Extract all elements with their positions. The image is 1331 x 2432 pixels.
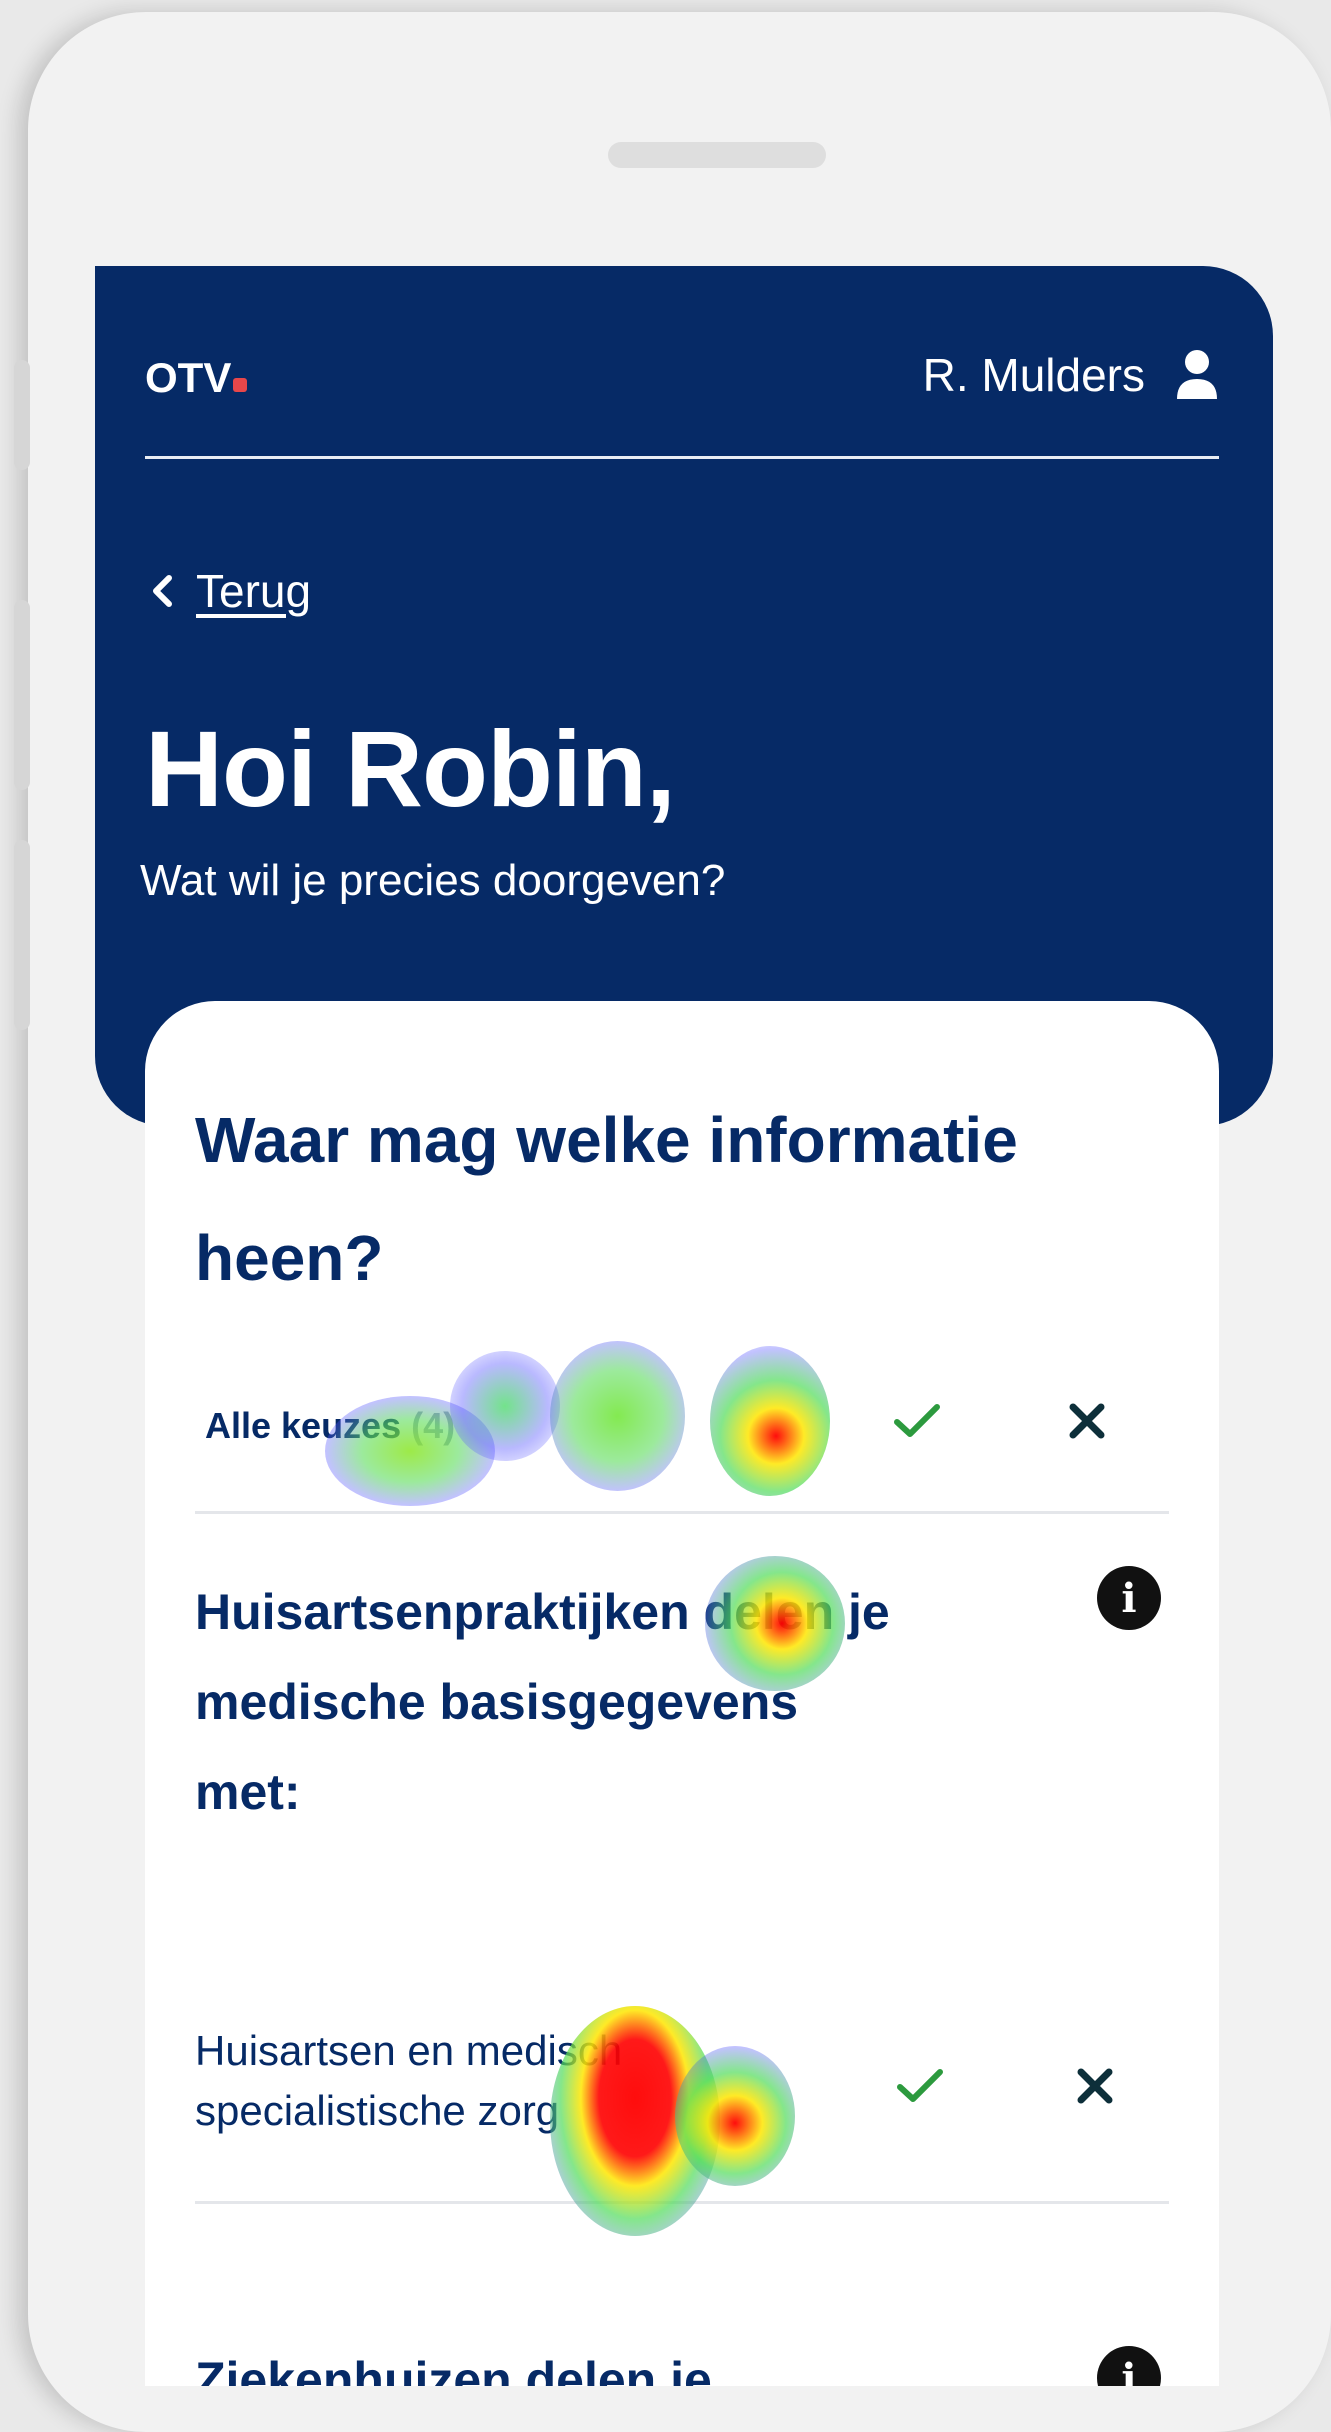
check-icon — [894, 1404, 940, 1437]
page-title: Hoi Robin, — [145, 708, 676, 829]
check-icon — [897, 2069, 943, 2102]
all-choices-count: (4) — [411, 1405, 456, 1446]
close-icon — [1077, 2068, 1113, 2104]
close-icon — [1069, 1403, 1105, 1439]
info-icon[interactable]: i — [1097, 1566, 1161, 1630]
page-subtitle: Wat wil je precies doorgeven? — [140, 856, 726, 905]
divider — [195, 1511, 1169, 1514]
card-title: Waar mag welke informatie heen? — [195, 1104, 1018, 1294]
allow-button[interactable] — [885, 2051, 955, 2121]
back-label: Terug — [196, 565, 312, 617]
deny-all-button[interactable] — [1055, 1389, 1119, 1453]
top-bar: OTV R. Mulders — [145, 266, 1219, 459]
content-card: Waar mag welke informatie heen? Alle keu… — [145, 1001, 1219, 2386]
phone-side-button — [14, 600, 30, 790]
phone-side-button — [14, 840, 30, 1030]
logo-text: OTV — [145, 354, 232, 401]
section-title: Huisartsenpraktijken delen je medische b… — [195, 1584, 890, 1820]
all-choices-label[interactable]: Alle keuzes (4) — [205, 1405, 455, 1447]
chevron-left-icon — [153, 575, 172, 607]
all-choices-text: Alle keuzes — [205, 1405, 402, 1446]
user-menu[interactable]: R. Mulders — [923, 348, 1219, 402]
deny-button[interactable] — [1060, 2051, 1130, 2121]
allow-all-button[interactable] — [885, 1389, 949, 1453]
neutral-toggle[interactable] — [715, 1389, 779, 1453]
item-label: Huisartsen en medisch specialistische zo… — [195, 2027, 623, 2134]
phone-side-button — [14, 360, 30, 470]
header: OTV R. Mulders Terug Hoi Robin, Wat wil … — [95, 266, 1273, 1126]
user-icon — [1177, 350, 1217, 399]
next-section-title: Ziekenhuizen delen je — [195, 2352, 712, 2386]
user-name: R. Mulders — [922, 349, 1145, 401]
all-choices-row: Alle keuzes (4) — [195, 1381, 1169, 1461]
app-screen: OTV R. Mulders Terug Hoi Robin, Wat wil … — [95, 266, 1273, 2386]
phone-speaker — [608, 142, 826, 168]
logo-dot — [233, 378, 248, 392]
back-link[interactable]: Terug — [150, 564, 311, 618]
divider — [195, 2201, 1169, 2204]
info-icon[interactable]: i — [1097, 2346, 1161, 2386]
logo[interactable]: OTV — [145, 354, 248, 402]
